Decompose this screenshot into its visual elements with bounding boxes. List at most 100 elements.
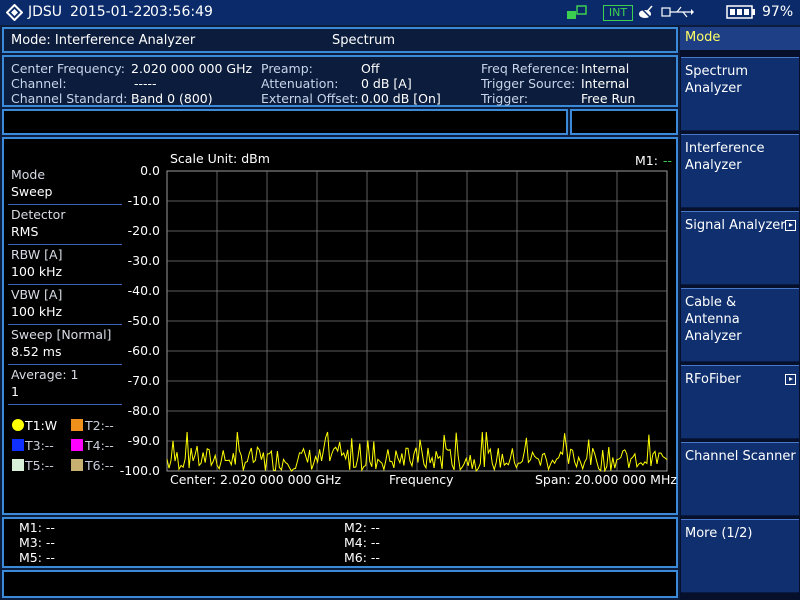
y-tick-label: -40.0 <box>127 283 160 298</box>
menu-item-label: Cable & Antenna Analyzer <box>685 295 742 344</box>
center-frequency-label: Center Frequency: <box>11 61 125 76</box>
setting-vbw-value[interactable]: 100 kHz <box>11 304 62 319</box>
scale-unit-label: Scale Unit: dBm <box>170 151 270 166</box>
usb-icon <box>661 6 694 18</box>
setting-sweep-value[interactable]: 8.52 ms <box>11 344 62 359</box>
channel-value: ----- <box>134 76 157 91</box>
battery-icon <box>726 5 755 19</box>
submenu-arrow-icon <box>785 374 796 385</box>
menu-item-label: Spectrum Analyzer <box>685 64 748 96</box>
submenu-arrow-icon <box>785 220 796 231</box>
menu-more-button[interactable]: More (1/2) <box>681 519 799 593</box>
channel-standard-label: Channel Standard: <box>11 91 128 106</box>
trace-3-swatch <box>12 439 24 451</box>
marker-m1-label: M1: <box>635 153 658 168</box>
menu-spectrum-analyzer-button[interactable]: Spectrum Analyzer <box>681 57 799 131</box>
menu-title: Mode <box>685 30 721 45</box>
y-tick-label: 0.0 <box>140 163 160 178</box>
y-tick-label: -30.0 <box>127 253 160 268</box>
marker-m6[interactable]: M6: -- <box>344 550 380 565</box>
trace-3-label[interactable]: T3:-- <box>25 438 54 453</box>
menu-rfofiber-button[interactable]: RFoFiber <box>681 365 799 439</box>
preamp-value: Off <box>361 61 380 76</box>
marker-m4[interactable]: M4: -- <box>344 535 380 550</box>
center-frequency-axis-label: Center: 2.020 000 000 GHz <box>170 472 342 487</box>
gps-icon <box>639 5 653 20</box>
freq-reference-value: Internal <box>581 61 630 76</box>
separator <box>8 364 122 365</box>
setting-sweep-label: Sweep [Normal] <box>11 327 112 342</box>
trigger-source-value: Internal <box>581 76 630 91</box>
attenuation-value: 0 dB [A] <box>361 76 412 91</box>
trace-5-label[interactable]: T5:-- <box>25 458 54 473</box>
y-tick-label: -70.0 <box>127 373 160 388</box>
trace-4-swatch <box>71 439 83 451</box>
y-tick-label: -10.0 <box>127 193 160 208</box>
status-date: 2015-01-22 <box>70 4 152 20</box>
attenuation-label: Attenuation: <box>261 76 339 91</box>
setting-rbw-value[interactable]: 100 kHz <box>11 264 62 279</box>
spectrum-plot[interactable] <box>165 170 668 472</box>
menu-item-label: More (1/2) <box>685 526 753 541</box>
status-bar: JDSU 2015-01-22 03:56:49 INT 97% <box>0 0 800 25</box>
menu-interference-analyzer-button[interactable]: Interference Analyzer <box>681 134 799 208</box>
channel-standard-value: Band 0 (800) <box>131 91 213 106</box>
y-tick-label: -50.0 <box>127 313 160 328</box>
mode-title: Mode: Interference Analyzer <box>11 33 196 48</box>
setting-mode-value[interactable]: Sweep <box>11 184 52 199</box>
preamp-label: Preamp: <box>261 61 313 76</box>
marker-m5[interactable]: M5: -- <box>19 550 55 565</box>
external-offset-label: External Offset: <box>261 91 359 106</box>
menu-item-label: Channel Scanner <box>685 449 796 464</box>
external-offset-value: 0.00 dB [On] <box>361 91 441 106</box>
menu-cable-antenna-analyzer-button[interactable]: Cable & Antenna Analyzer <box>681 288 799 362</box>
marker-m1-value: -- <box>663 153 673 168</box>
setting-mode-label: Mode <box>11 167 46 182</box>
y-tick-label: -90.0 <box>127 433 160 448</box>
trace-1-swatch <box>12 419 24 431</box>
setting-average-value[interactable]: 1 <box>11 384 19 399</box>
marker-table: M1: -- M2: -- M3: -- M4: -- M5: -- M6: -… <box>2 517 678 568</box>
y-tick-label: -100.0 <box>119 463 160 478</box>
status-time: 03:56:49 <box>150 4 213 20</box>
menu-title-bar: Mode <box>680 27 800 50</box>
menu-item-label: Interference Analyzer <box>685 141 765 173</box>
menu-item-label: Signal Analyzer <box>685 218 786 233</box>
brand-name: JDSU <box>28 4 63 20</box>
network-icon <box>567 5 587 19</box>
trace-5-swatch <box>12 459 24 471</box>
freq-reference-label: Freq Reference: <box>481 61 579 76</box>
setting-rbw-label: RBW [A] <box>11 247 63 262</box>
battery-percent: 97% <box>762 4 794 20</box>
marker-m1[interactable]: M1: -- <box>19 520 55 535</box>
view-title: Spectrum <box>332 33 395 48</box>
int-badge: INT <box>603 5 633 21</box>
trigger-value: Free Run <box>581 91 636 106</box>
trigger-source-label: Trigger Source: <box>481 76 576 91</box>
menu-item-label: RFoFiber <box>685 372 741 387</box>
jdsu-logo-icon <box>6 4 23 21</box>
message-bar <box>2 109 568 135</box>
marker-m2[interactable]: M2: -- <box>344 520 380 535</box>
menu-channel-scanner-button[interactable]: Channel Scanner <box>681 442 799 516</box>
span-axis-label: Span: 20.000 000 MHz <box>535 472 677 487</box>
trace-2-label[interactable]: T2:-- <box>85 418 114 433</box>
menu-signal-analyzer-button[interactable]: Signal Analyzer <box>681 211 799 285</box>
message-bar-secondary <box>570 109 678 135</box>
trigger-label: Trigger: <box>481 91 529 106</box>
marker-m3[interactable]: M3: -- <box>19 535 55 550</box>
y-tick-label: -20.0 <box>127 223 160 238</box>
measurement-info: Center Frequency: 2.020 000 000 GHz Chan… <box>2 55 678 107</box>
setting-detector-label: Detector <box>11 207 66 222</box>
y-tick-label: -80.0 <box>127 403 160 418</box>
measurement-area: Mode Sweep Detector RMS RBW [A] 100 kHz … <box>2 137 678 515</box>
trace-1-label[interactable]: T1:W <box>25 418 57 433</box>
x-axis-label: Frequency <box>389 472 454 487</box>
y-tick-label: -60.0 <box>127 343 160 358</box>
channel-label: Channel: <box>11 76 67 91</box>
setting-detector-value[interactable]: RMS <box>11 224 38 239</box>
trace-6-swatch <box>71 459 83 471</box>
bottom-status-bar <box>2 570 678 598</box>
setting-average-label: Average: 1 <box>11 367 79 382</box>
center-frequency-value: 2.020 000 000 GHz <box>131 61 253 76</box>
